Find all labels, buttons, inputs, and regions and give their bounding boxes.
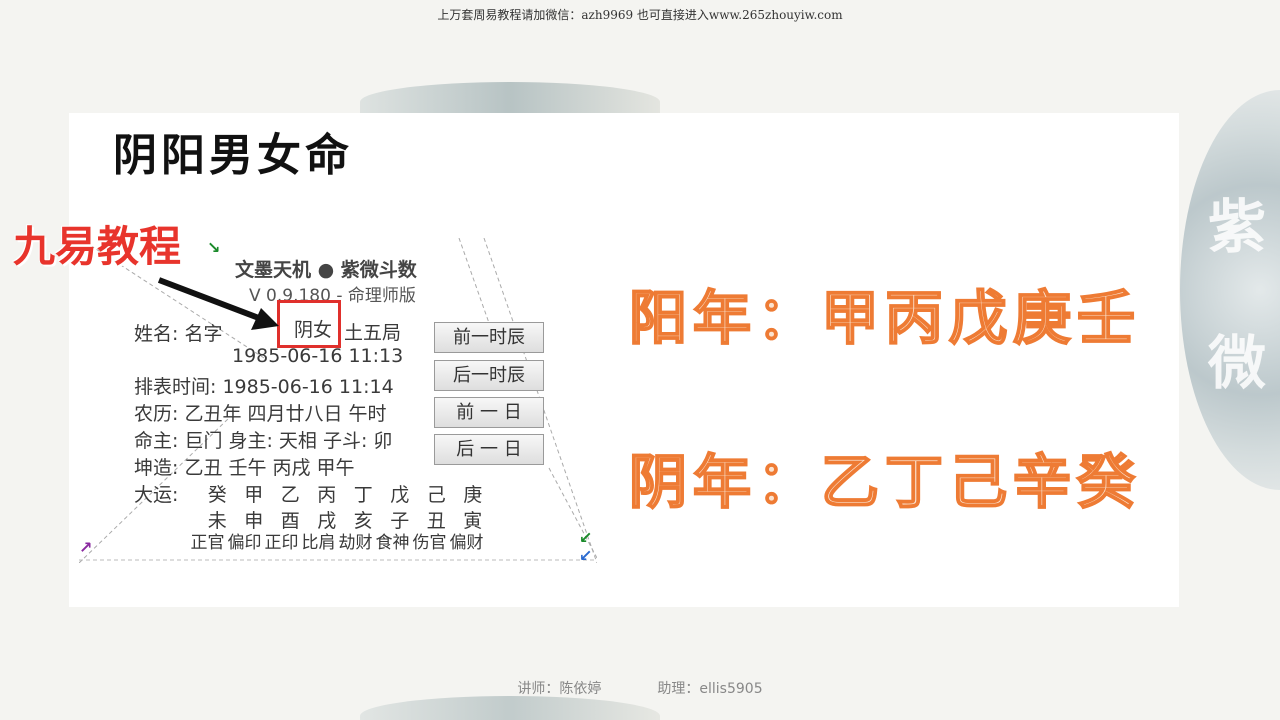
green-arrow-icon: ↘ xyxy=(207,238,221,257)
top-banner: 上万套周易教程请加微信：azh9969 也可直接进入www.265zhouyiw… xyxy=(437,8,843,22)
slide-title: 阴阳男女命 xyxy=(113,130,353,181)
background-char: 微 xyxy=(1208,329,1267,397)
assistant-label: 助理：ellis5905 xyxy=(657,681,763,697)
footer: 讲师：陈依婷 助理：ellis5905 xyxy=(0,678,1280,698)
slide: 阴阳男女命 文墨天机 ● 紫微斗数 V 0.9.180 - 命理师版 姓名: 名… xyxy=(13,113,1179,607)
background-arc-bottom xyxy=(360,696,660,720)
yin-year-stems: 阴年：乙丁己辛癸 xyxy=(628,447,1142,517)
background-disc xyxy=(1180,90,1280,490)
blue-arrow-icon: ↙ xyxy=(579,546,593,563)
yang-year-stems: 阳年：甲丙戊庚壬 xyxy=(628,283,1142,353)
green-arrow-icon: ↙ xyxy=(579,528,593,547)
watermark: 九易教程 xyxy=(13,222,182,271)
pointer-arrow-icon xyxy=(157,277,279,330)
background-char: 紫 xyxy=(1208,193,1267,261)
software-screenshot: 文墨天机 ● 紫微斗数 V 0.9.180 - 命理师版 姓名: 名字 阴女 土… xyxy=(79,238,597,563)
purple-arrow-icon: ↗ xyxy=(79,538,93,557)
page: 上万套周易教程请加微信：azh9969 也可直接进入www.265zhouyiw… xyxy=(0,0,1280,720)
lecturer-label: 讲师：陈依婷 xyxy=(517,681,602,697)
